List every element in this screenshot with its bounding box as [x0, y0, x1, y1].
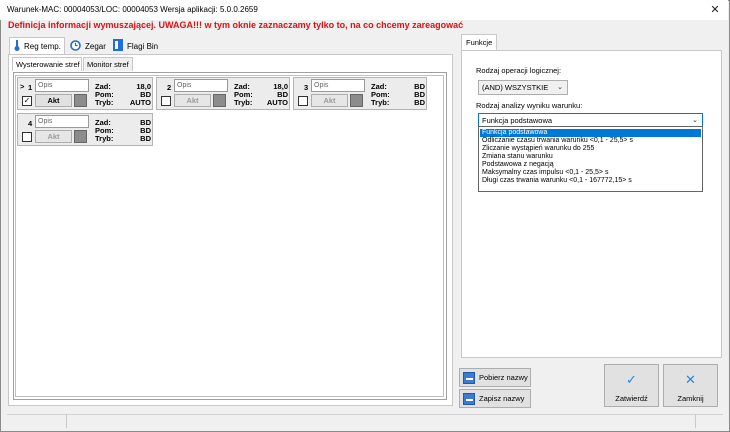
tab-zegar[interactable]: Zegar [66, 38, 108, 54]
zone-number: 3 [304, 83, 309, 92]
zone-color-swatch[interactable] [74, 130, 87, 143]
akt-button[interactable]: Akt [35, 130, 72, 143]
zone-number: 1 [28, 83, 33, 92]
tab-reg-temp[interactable]: Reg temp. [9, 37, 65, 55]
dropdown-option[interactable]: Długi czas trwania warunku <0,1 - 167772… [480, 177, 701, 185]
load-names-label: Pobierz nazwy [479, 373, 528, 382]
zone-color-swatch[interactable] [213, 94, 226, 107]
dropdown-option[interactable]: Zliczanie wystąpień warunku do 255 [480, 145, 701, 153]
funkcje-panel [461, 50, 722, 358]
clock-icon [70, 39, 81, 53]
tryb-value: BD [140, 134, 151, 143]
analysis-type-dropdown: Funkcja podstawowa Odliczanie czasu trwa… [478, 126, 703, 192]
subtab-monitor-stref[interactable]: Monitor stref [83, 57, 133, 71]
checkmark-icon: ✓ [626, 372, 637, 387]
window-title: Warunek-MAC: 00004053/LOC: 00004053 Wers… [7, 5, 258, 14]
thermometer-icon [14, 40, 20, 53]
zone-description-input[interactable]: Opis [174, 79, 228, 92]
zone-description-input[interactable]: Opis [35, 115, 89, 128]
analysis-type-value: Funkcja podstawowa [482, 116, 553, 125]
close-button[interactable]: ✕ Zamknij [663, 364, 718, 407]
confirm-button[interactable]: ✓ Zatwierdź [604, 364, 659, 407]
download-icon [463, 371, 475, 384]
zone-color-swatch[interactable] [74, 94, 87, 107]
save-names-button[interactable]: Zapisz nazwy [459, 389, 531, 408]
tab-flagi-bin[interactable]: Flagi Bin [109, 38, 159, 54]
tab-funkcje[interactable]: Funkcje [461, 34, 498, 50]
tryb-label: Tryb: [371, 98, 390, 107]
analysis-type-label: Rodzaj analizy wyniku warunku: [476, 101, 583, 110]
flag-icon [113, 39, 123, 53]
confirm-label: Zatwierdź [615, 394, 648, 403]
close-label: Zamknij [677, 394, 704, 403]
zone-card: 2 Opis Akt Zad: Pom: Tryb: 18,0 BD AUTO [156, 77, 290, 110]
load-names-button[interactable]: Pobierz nazwy [459, 368, 531, 387]
zone-number: 2 [167, 83, 172, 92]
selection-marker: > [20, 82, 25, 91]
dropdown-option[interactable]: Funkcja podstawowa [480, 129, 701, 137]
tryb-label: Tryb: [95, 134, 114, 143]
zone-color-swatch[interactable] [350, 94, 363, 107]
tab-label: Flagi Bin [127, 41, 159, 51]
tab-label: Reg temp. [24, 42, 61, 51]
zone-card: > 1 Opis ✓ Akt Zad: Pom: Tryb: 18,0 BD A… [17, 77, 153, 110]
status-separator [695, 414, 696, 428]
tryb-value: BD [414, 98, 425, 107]
tab-label: Zegar [85, 41, 106, 51]
chevron-down-icon: ⌄ [557, 84, 563, 91]
logic-operation-select[interactable]: (AND) WSZYSTKIE ⌄ [478, 80, 568, 95]
status-bar [7, 414, 723, 428]
warning-text: Definicja informacji wymuszającej. UWAGA… [8, 20, 464, 30]
save-names-label: Zapisz nazwy [479, 394, 525, 403]
akt-button[interactable]: Akt [311, 94, 348, 107]
zone-card: 4 Opis Akt Zad: Pom: Tryb: BD BD BD [17, 113, 153, 146]
status-separator [66, 414, 67, 428]
close-icon[interactable]: ✕ [707, 2, 723, 18]
zone-card: 3 Opis Akt Zad: Pom: Tryb: BD BD BD [293, 77, 427, 110]
tryb-value: AUTO [129, 98, 151, 107]
logic-operation-value: (AND) WSZYSTKIE [482, 83, 549, 92]
akt-button[interactable]: Akt [174, 94, 211, 107]
dropdown-option[interactable]: Maksymalny czas impulsu <0,1 - 25,5> s [480, 169, 701, 177]
dropdown-option[interactable]: Podstawowa z negacją [480, 161, 701, 169]
zone-checkbox[interactable] [22, 132, 32, 142]
zone-description-input[interactable]: Opis [311, 79, 365, 92]
akt-button[interactable]: Akt [35, 94, 72, 107]
zone-number: 4 [28, 119, 33, 128]
zone-checkbox[interactable] [298, 96, 308, 106]
tryb-label: Tryb: [95, 98, 114, 107]
tryb-label: Tryb: [234, 98, 253, 107]
tryb-value: AUTO [266, 98, 288, 107]
logic-operation-label: Rodzaj operacji logicznej: [476, 66, 562, 75]
zone-checkbox[interactable] [161, 96, 171, 106]
close-icon: ✕ [685, 372, 696, 387]
subtab-wysterowanie-stref[interactable]: Wysterowanie stref [12, 57, 82, 71]
save-icon [463, 392, 475, 405]
zone-checkbox[interactable]: ✓ [22, 96, 32, 106]
zone-description-input[interactable]: Opis [35, 79, 89, 92]
dropdown-option[interactable]: Odliczanie czasu trwania warunku <0,1 - … [480, 137, 701, 145]
dropdown-option[interactable]: Zmiana stanu warunku [480, 153, 701, 161]
